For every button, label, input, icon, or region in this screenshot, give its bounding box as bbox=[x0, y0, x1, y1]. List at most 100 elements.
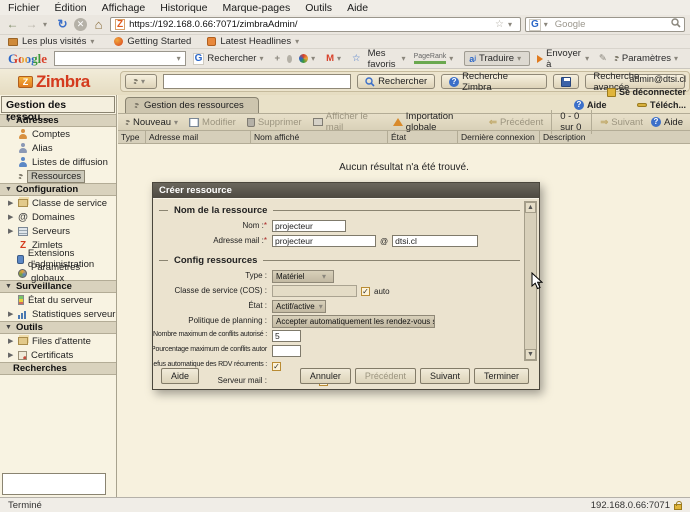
next-page-button[interactable]: ⇒ Suivant bbox=[600, 117, 643, 128]
urlbar-chevron-icon[interactable]: ▾ bbox=[508, 20, 516, 29]
sidebar-item-parametres-globaux[interactable]: Paramètres globaux bbox=[0, 266, 116, 280]
sidebar-item-serveurs[interactable]: ▶ Serveurs bbox=[0, 224, 116, 238]
sidebar-item-certificats[interactable]: ▶ Certificats bbox=[0, 348, 116, 362]
previous-button[interactable]: Précédent bbox=[355, 368, 416, 384]
chevron-down-icon[interactable]: ▾ bbox=[177, 54, 185, 63]
stop-icon[interactable]: ✕ bbox=[74, 18, 87, 31]
cos-field[interactable] bbox=[272, 285, 357, 297]
next-button[interactable]: Suivant bbox=[420, 368, 470, 384]
scroll-up-icon[interactable]: ▲ bbox=[525, 202, 536, 213]
logout-link[interactable]: Se déconnecter bbox=[568, 87, 686, 97]
menu-affichage[interactable]: Affichage bbox=[102, 2, 146, 14]
bookmark-latest-headlines[interactable]: Latest Headlines ▾ bbox=[207, 36, 303, 47]
sidebar-item-classe-de-service[interactable]: ▶ Classe de service bbox=[0, 196, 116, 210]
bookmark-getting-started[interactable]: Getting Started bbox=[114, 36, 191, 47]
sidebar-item-alias[interactable]: Alias bbox=[0, 141, 116, 155]
settings-menu[interactable]: Paramètres ▾ bbox=[614, 53, 682, 64]
expander-icon[interactable]: ▶ bbox=[8, 199, 14, 207]
section-outils[interactable]: ▼ Outils bbox=[0, 321, 116, 334]
menu-aide[interactable]: Aide bbox=[347, 2, 368, 14]
column-description[interactable]: Description bbox=[540, 131, 690, 143]
bookmark-this-icon[interactable]: ☆ bbox=[352, 53, 361, 64]
dialog-help-button[interactable]: Aide bbox=[161, 368, 199, 384]
sidebar-item-statistiques-serveur[interactable]: ▶ Statistiques serveur bbox=[0, 307, 116, 321]
lock-icon[interactable] bbox=[674, 504, 682, 510]
menu-outils[interactable]: Outils bbox=[305, 2, 332, 14]
cos-auto-checkbox[interactable]: ✓ bbox=[361, 287, 370, 296]
expander-icon[interactable]: ▶ bbox=[8, 351, 14, 359]
sidebar-item-ressources[interactable]: Ressources bbox=[0, 169, 116, 183]
view-mail-button[interactable]: Afficher le mail bbox=[313, 111, 382, 133]
scroll-down-icon[interactable]: ▼ bbox=[525, 349, 536, 360]
google-toolbar-search-input[interactable]: ▾ bbox=[54, 51, 186, 66]
download-link[interactable]: Téléch... bbox=[637, 100, 686, 110]
send-to-menu[interactable]: Envoyer à ▾ bbox=[537, 48, 592, 70]
menu-fichier[interactable]: Fichier bbox=[8, 2, 40, 14]
edit-button[interactable]: Modifier bbox=[189, 117, 236, 128]
mail-local-field[interactable] bbox=[272, 235, 376, 247]
type-dropdown[interactable]: Matériel ▾ bbox=[272, 270, 334, 283]
column-etat[interactable]: État bbox=[388, 131, 458, 143]
google-engine-icon[interactable]: G bbox=[529, 19, 541, 31]
highlight-icon[interactable]: ✎ bbox=[599, 53, 607, 64]
search-go-icon[interactable] bbox=[671, 18, 681, 31]
translate-button[interactable]: aʲ Traduire ▾ bbox=[464, 51, 530, 66]
expander-icon[interactable]: ▶ bbox=[8, 337, 14, 345]
gmail-menu[interactable]: M ▾ bbox=[326, 53, 345, 64]
column-adresse-mail[interactable]: Adresse mail bbox=[146, 131, 251, 143]
browser-search-box[interactable]: G ▾ Google bbox=[525, 17, 685, 32]
spellcheck-icon[interactable] bbox=[287, 55, 292, 63]
history-chevron-icon[interactable]: ▾ bbox=[43, 20, 51, 29]
delete-button[interactable]: Supprimer bbox=[247, 117, 302, 128]
address-bar[interactable]: Z https://192.168.0.66:7071/zimbraAdmin/… bbox=[110, 17, 521, 32]
dialog-title-bar[interactable]: Créer ressource bbox=[153, 183, 539, 198]
bookmark-most-visited[interactable]: Les plus visités ▾ bbox=[8, 36, 98, 47]
favorites-menu[interactable]: Mes favoris ▾ bbox=[368, 48, 407, 70]
search-button[interactable]: Rechercher bbox=[357, 74, 435, 89]
sidebar-item-listes-de-diffusion[interactable]: Listes de diffusion bbox=[0, 155, 116, 169]
sidebar-item-etat-du-serveur[interactable]: État du serveur bbox=[0, 293, 116, 307]
expander-icon[interactable]: ▶ bbox=[8, 213, 14, 221]
name-field[interactable] bbox=[272, 220, 346, 232]
mail-domain-field[interactable] bbox=[392, 235, 478, 247]
finish-button[interactable]: Terminer bbox=[474, 368, 529, 384]
add-icon[interactable]: + bbox=[274, 53, 280, 64]
expander-icon[interactable]: ▶ bbox=[8, 227, 14, 235]
bookmark-star-icon[interactable]: ☆ bbox=[495, 19, 504, 30]
cancel-button[interactable]: Annuler bbox=[300, 368, 351, 384]
section-configuration[interactable]: ▼ Configuration bbox=[0, 183, 116, 196]
expander-icon[interactable]: ▶ bbox=[8, 310, 14, 318]
sidebar-item-domaines[interactable]: ▶ @ Domaines bbox=[0, 210, 116, 224]
pct-conflicts-field[interactable] bbox=[272, 345, 301, 357]
column-nom-affiche[interactable]: Nom affiché bbox=[251, 131, 388, 143]
toolbar-help-button[interactable]: ? Aide bbox=[651, 117, 683, 128]
section-adresses[interactable]: ▼ Adresses bbox=[0, 114, 116, 127]
column-type[interactable]: Type bbox=[118, 131, 146, 143]
home-icon[interactable]: ⌂ bbox=[91, 17, 106, 32]
tab-gestion-des-ressources[interactable]: Gestion des ressources bbox=[125, 97, 259, 113]
search-type-button[interactable]: ▾ bbox=[125, 74, 157, 89]
global-import-button[interactable]: Importation globale bbox=[393, 111, 478, 133]
menu-edition[interactable]: Édition bbox=[55, 2, 87, 14]
max-conflicts-field[interactable] bbox=[272, 330, 301, 342]
pagerank-widget[interactable]: PageRank ▾ bbox=[414, 53, 458, 64]
search-zimbra-button[interactable]: ? Recherche Zimbra bbox=[441, 74, 547, 89]
state-dropdown[interactable]: Actif/active ▾ bbox=[272, 300, 326, 313]
google-search-button[interactable]: G Rechercher ▾ bbox=[193, 53, 268, 65]
menu-historique[interactable]: Historique bbox=[160, 2, 207, 14]
help-link[interactable]: ? Aide bbox=[574, 100, 607, 110]
reload-icon[interactable]: ↻ bbox=[55, 17, 70, 32]
apps-menu[interactable]: ▾ bbox=[299, 54, 319, 63]
section-recherches[interactable]: Recherches bbox=[0, 362, 116, 375]
menu-marque-pages[interactable]: Marque-pages bbox=[223, 2, 291, 14]
engine-chevron-icon[interactable]: ▾ bbox=[544, 20, 552, 29]
zimbra-search-input[interactable] bbox=[163, 74, 351, 89]
column-derniere-connexion[interactable]: Dernière connexion bbox=[458, 131, 540, 143]
back-icon[interactable]: ← bbox=[5, 17, 20, 32]
new-button[interactable]: Nouveau ▾ bbox=[125, 117, 178, 128]
sidebar-item-comptes[interactable]: Comptes bbox=[0, 127, 116, 141]
sidebar-item-files-attente[interactable]: ▶ Files d'attente bbox=[0, 334, 116, 348]
previous-page-button[interactable]: ⇐ Précédent bbox=[489, 117, 543, 128]
forward-icon[interactable]: → bbox=[24, 17, 39, 32]
policy-dropdown[interactable]: Accepter automatiquement les rendez-vous… bbox=[272, 315, 435, 328]
